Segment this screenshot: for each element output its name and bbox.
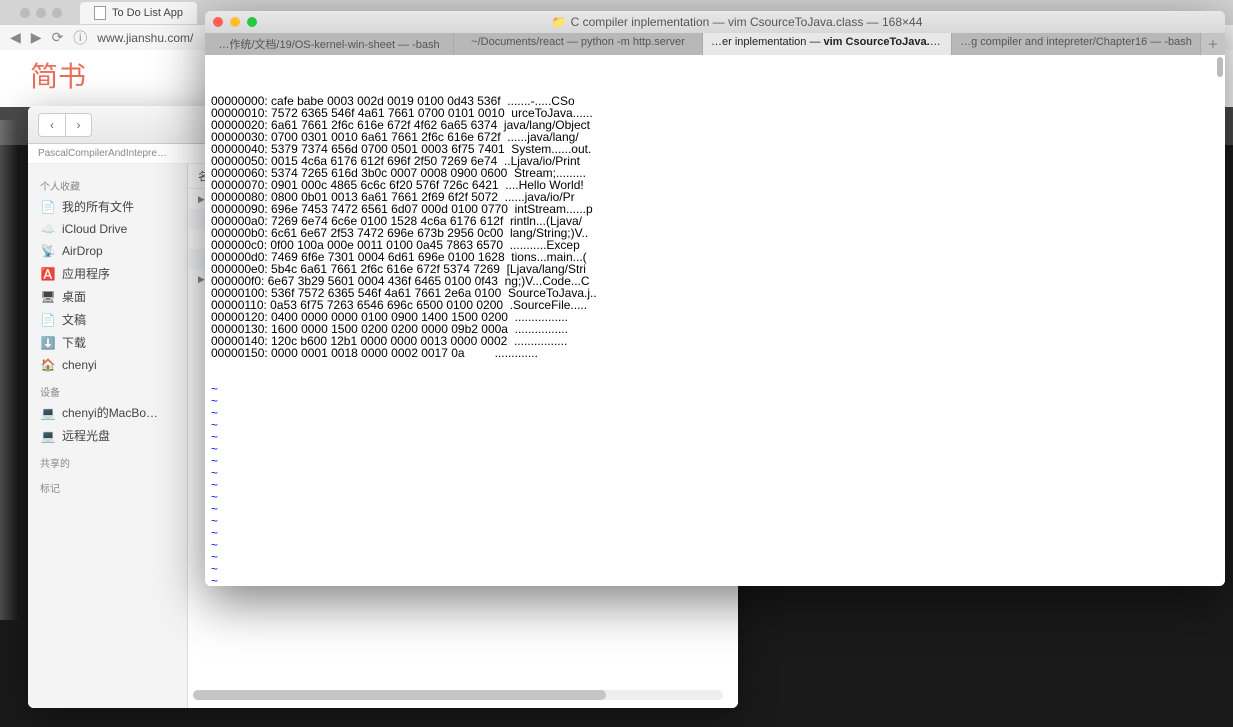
sidebar-icon: ⬇️ bbox=[40, 335, 56, 351]
finder-scrollbar[interactable] bbox=[193, 690, 723, 700]
terminal-tab[interactable]: ~/Documents/react — python -m http.serve… bbox=[454, 33, 703, 55]
jianshu-logo[interactable]: 简书 bbox=[30, 55, 86, 95]
sidebar-item[interactable]: ☁️iCloud Drive bbox=[28, 218, 187, 240]
sidebar-item[interactable]: 🅰️应用程序 bbox=[28, 262, 187, 285]
section-fav: 个人收藏 bbox=[28, 170, 187, 195]
reload-icon[interactable]: ⟳ bbox=[52, 29, 64, 46]
max-dot[interactable] bbox=[52, 8, 62, 18]
terminal-scrollbar[interactable] bbox=[1217, 57, 1223, 77]
sidebar-item[interactable]: 📄文稿 bbox=[28, 308, 187, 331]
terminal-body[interactable]: 00000000: cafe babe 0003 002d 0019 0100 … bbox=[205, 55, 1225, 586]
device-icon: 💻 bbox=[40, 405, 56, 421]
forward-icon[interactable]: ▶ bbox=[31, 29, 42, 46]
terminal-title: 📁 C compiler inplementation — vim Csourc… bbox=[257, 15, 1217, 29]
sidebar-icon: 🅰️ bbox=[40, 266, 56, 282]
sidebar-item[interactable]: 💻远程光盘 bbox=[28, 424, 187, 447]
info-icon: ⓘ bbox=[73, 28, 87, 48]
sidebar-item[interactable]: 📡AirDrop bbox=[28, 240, 187, 262]
sidebar-item[interactable]: ⬇️下载 bbox=[28, 331, 187, 354]
finder-forward[interactable]: › bbox=[65, 114, 91, 136]
zoom-icon[interactable] bbox=[247, 17, 257, 27]
sidebar-icon: 🖥 bbox=[40, 289, 56, 305]
new-tab-button[interactable]: ＋ bbox=[1201, 33, 1225, 55]
sidebar-icon: 📄 bbox=[40, 199, 56, 215]
close-dot[interactable] bbox=[20, 8, 30, 18]
terminal-titlebar[interactable]: 📁 C compiler inplementation — vim Csourc… bbox=[205, 11, 1225, 33]
minimize-icon[interactable] bbox=[230, 17, 240, 27]
browser-traffic-lights[interactable] bbox=[10, 8, 72, 18]
finder-sidebar: 个人收藏 📄我的所有文件☁️iCloud Drive📡AirDrop🅰️应用程序… bbox=[28, 164, 188, 708]
sidebar-icon: 📄 bbox=[40, 312, 56, 328]
terminal-tab[interactable]: …作统/文档/19/OS-kernel-win-sheet — -bash bbox=[205, 33, 454, 55]
terminal-window: 📁 C compiler inplementation — vim Csourc… bbox=[205, 11, 1225, 586]
section-tags: 标记 bbox=[28, 472, 187, 497]
dock-edge bbox=[0, 120, 18, 620]
close-icon[interactable] bbox=[213, 17, 223, 27]
terminal-tab[interactable]: …g compiler and intepreter/Chapter16 — -… bbox=[952, 33, 1201, 55]
sidebar-item[interactable]: 🏠chenyi bbox=[28, 354, 187, 376]
terminal-tab[interactable]: …er inplementation — vim CsourceToJava.c… bbox=[703, 33, 952, 55]
sidebar-item[interactable]: 📄我的所有文件 bbox=[28, 195, 187, 218]
sidebar-icon: 🏠 bbox=[40, 357, 56, 373]
back-icon[interactable]: ◀ bbox=[10, 29, 21, 46]
sidebar-icon: ☁️ bbox=[40, 221, 56, 237]
sidebar-icon: 📡 bbox=[40, 243, 56, 259]
doc-icon bbox=[94, 6, 106, 20]
finder-back[interactable]: ‹ bbox=[39, 114, 65, 136]
section-dev: 设备 bbox=[28, 376, 187, 401]
browser-tab[interactable]: To Do List App bbox=[80, 2, 197, 24]
hex-dump: 00000000: cafe babe 0003 002d 0019 0100 … bbox=[211, 95, 1219, 359]
section-shared: 共享的 bbox=[28, 447, 187, 472]
min-dot[interactable] bbox=[36, 8, 46, 18]
folder-icon: 📁 bbox=[552, 15, 567, 29]
sidebar-item[interactable]: 💻chenyi的MacBo… bbox=[28, 401, 187, 424]
vim-tilde: ~ bbox=[211, 574, 218, 586]
terminal-tabs: …作统/文档/19/OS-kernel-win-sheet — -bash~/D… bbox=[205, 33, 1225, 55]
tab-title: To Do List App bbox=[112, 7, 183, 19]
sidebar-item[interactable]: 🖥桌面 bbox=[28, 285, 187, 308]
device-icon: 💻 bbox=[40, 428, 56, 444]
